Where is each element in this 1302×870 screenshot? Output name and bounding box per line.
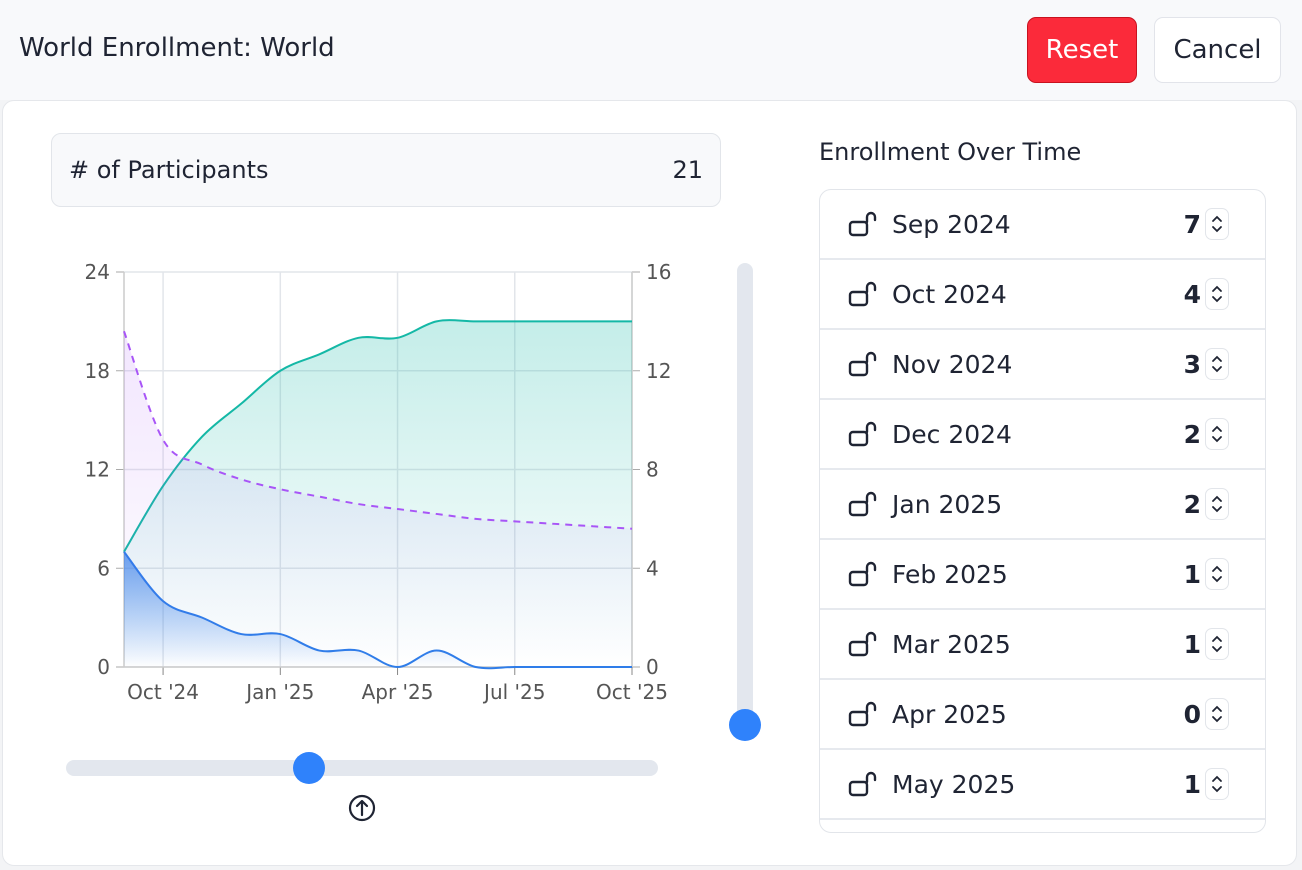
y-left-tick-label: 12 [85, 458, 110, 482]
chevron-up-down-icon[interactable] [1205, 628, 1229, 660]
unlock-icon[interactable] [848, 280, 880, 308]
list-item: Oct 2024 4 [820, 260, 1265, 330]
month-value: 1 [1183, 629, 1201, 659]
month-label: May 2025 [892, 769, 1016, 799]
x-tick-label: Jul '25 [482, 680, 545, 704]
horizontal-slider-thumb[interactable] [292, 752, 325, 784]
unlock-icon[interactable] [848, 490, 880, 518]
month-label: Sep 2024 [892, 209, 1011, 239]
list-item: Jan 2025 2 [820, 470, 1265, 540]
month-label: Feb 2025 [892, 559, 1008, 589]
y-left-tick-label: 0 [97, 655, 110, 679]
y-right-tick-label: 12 [646, 359, 671, 383]
arrow-up-circle-icon[interactable] [348, 794, 376, 822]
horizontal-slider[interactable] [66, 752, 658, 784]
list-item: Apr 2025 0 [820, 680, 1265, 750]
list-item: Sep 2024 7 [820, 190, 1265, 260]
cancel-button[interactable]: Cancel [1154, 17, 1281, 83]
list-item: Mar 2025 1 [820, 610, 1265, 680]
y-right-tick-label: 8 [646, 458, 659, 482]
reset-button[interactable]: Reset [1027, 17, 1137, 83]
enrollment-list[interactable]: Sep 2024 7 Oct 2024 4 Nov 2024 3 Dec 202… [819, 189, 1266, 833]
chevron-up-down-icon[interactable] [1205, 558, 1229, 590]
modal-header: World Enrollment: World Reset Cancel [0, 0, 1302, 100]
chevron-up-down-icon[interactable] [1205, 208, 1229, 240]
chevron-up-down-icon[interactable] [1205, 278, 1229, 310]
list-item: May 2025 1 [820, 750, 1265, 820]
y-right-tick-label: 4 [646, 556, 659, 580]
month-value: 7 [1183, 209, 1201, 239]
month-label: Dec 2024 [892, 419, 1012, 449]
modal-title: World Enrollment: World [19, 33, 335, 63]
unlock-icon[interactable] [848, 420, 880, 448]
x-tick-label: Jan '25 [244, 680, 314, 704]
unlock-icon[interactable] [848, 210, 880, 238]
x-tick-label: Oct '24 [127, 680, 199, 704]
month-label: Oct 2024 [892, 279, 1007, 309]
y-left-tick-label: 18 [85, 359, 110, 383]
vertical-slider-thumb[interactable] [729, 709, 761, 741]
x-tick-label: Oct '25 [596, 680, 668, 704]
month-value: 1 [1183, 559, 1201, 589]
unlock-icon[interactable] [848, 560, 880, 588]
list-title: Enrollment Over Time [819, 138, 1082, 166]
month-value: 1 [1183, 769, 1201, 799]
participants-field: # of Participants 21 [51, 133, 721, 207]
unlock-icon[interactable] [848, 350, 880, 378]
y-right-tick-label: 16 [646, 260, 671, 284]
month-label: Mar 2025 [892, 629, 1011, 659]
month-label: Jan 2025 [892, 489, 1003, 519]
unlock-icon[interactable] [848, 700, 880, 728]
month-value: 2 [1183, 419, 1201, 449]
y-left-tick-label: 24 [85, 260, 110, 284]
participants-label: # of Participants [69, 156, 269, 184]
month-label: Nov 2024 [892, 349, 1013, 379]
month-value: 0 [1183, 699, 1201, 729]
chevron-up-down-icon[interactable] [1205, 418, 1229, 450]
list-item: Dec 2024 2 [820, 400, 1265, 470]
chevron-up-down-icon[interactable] [1205, 348, 1229, 380]
unlock-icon[interactable] [848, 630, 880, 658]
list-item: Jun 2025 [820, 820, 1265, 832]
vertical-slider[interactable] [729, 263, 761, 741]
y-right-tick-label: 0 [646, 655, 659, 679]
enrollment-chart: 0 6 12 18 24 0 4 8 12 16 Oct '24 Jan '25 Apr '25 Jul … [85, 260, 672, 704]
unlock-icon[interactable] [848, 770, 880, 798]
list-item: Feb 2025 1 [820, 540, 1265, 610]
x-tick-label: Apr '25 [362, 680, 434, 704]
y-left-tick-label: 6 [97, 556, 110, 580]
chevron-up-down-icon[interactable] [1205, 488, 1229, 520]
participants-value: 21 [672, 156, 703, 184]
month-value: 3 [1183, 349, 1201, 379]
chevron-up-down-icon[interactable] [1205, 698, 1229, 730]
month-value: 4 [1183, 279, 1201, 309]
list-item: Nov 2024 3 [820, 330, 1265, 400]
month-value: 2 [1183, 489, 1201, 519]
chevron-up-down-icon[interactable] [1205, 768, 1229, 800]
month-label: Apr 2025 [892, 699, 1007, 729]
